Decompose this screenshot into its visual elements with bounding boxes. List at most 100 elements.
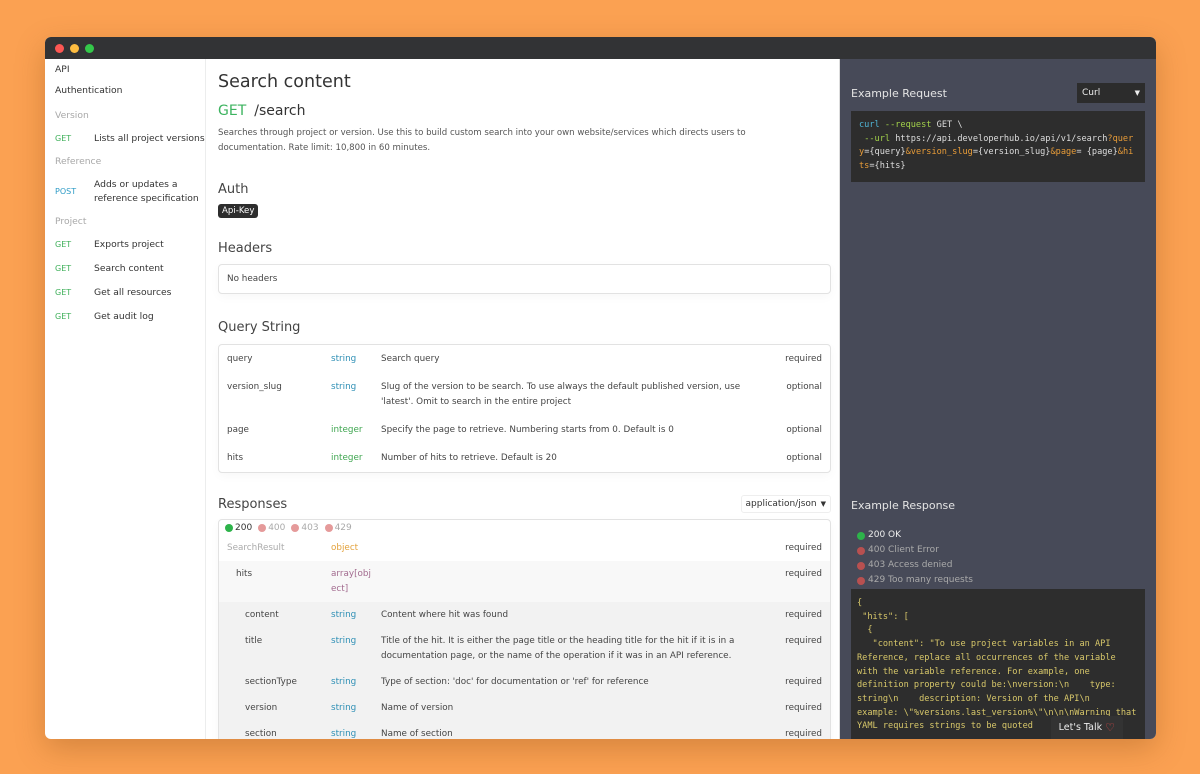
- field-type: object: [331, 543, 359, 553]
- content-type-select[interactable]: application/json ▼: [740, 495, 831, 513]
- sidebar-link-api[interactable]: API: [55, 64, 205, 75]
- example-request-code[interactable]: curl --request GET \ --url https://api.d…: [851, 111, 1145, 182]
- window-titlebar: [45, 37, 1156, 59]
- field-requirement: required: [785, 729, 822, 739]
- table-row: version_slug string Slug of the version …: [219, 373, 830, 416]
- code-token: &page: [1050, 147, 1077, 158]
- endpoint-description: Searches through project or version. Use…: [218, 128, 746, 153]
- param-name: version_slug: [227, 382, 282, 392]
- param-name: query: [227, 354, 253, 364]
- table-row: title string Title of the hit. It is eit…: [219, 628, 830, 669]
- auth-badge: Api-Key: [218, 204, 259, 218]
- table-row: content string Content where hit was fou…: [219, 602, 830, 628]
- examples-panel: Example Request Curl ▼ curl --request GE…: [839, 59, 1156, 739]
- http-method: GET: [218, 103, 247, 119]
- lets-talk-button[interactable]: Let's Talk ♡: [1050, 716, 1123, 739]
- param-type: integer: [331, 453, 363, 463]
- status-dot-icon: [225, 524, 233, 532]
- example-response-title: Example Response: [851, 499, 956, 512]
- content-type-value: application/json: [745, 499, 817, 509]
- table-row: hits integer Number of hits to retrieve.…: [219, 444, 830, 472]
- status-tab-400[interactable]: 400: [258, 523, 285, 533]
- param-name: page: [227, 425, 249, 435]
- param-name: hits: [227, 453, 244, 463]
- field-requirement: required: [785, 569, 822, 579]
- param-description: Number of hits to retrieve. Default is 2…: [381, 453, 557, 463]
- lets-talk-label: Let's Talk: [1058, 722, 1103, 733]
- status-429[interactable]: 429 Too many requests: [857, 573, 973, 588]
- language-select[interactable]: Curl ▼: [1077, 83, 1145, 103]
- field-type: string: [331, 610, 357, 620]
- status-tab-429[interactable]: 429: [324, 523, 352, 533]
- param-requirement: required: [785, 354, 822, 364]
- status-dot-icon: [291, 524, 300, 532]
- close-window-button[interactable]: [55, 43, 64, 53]
- method-label: GET: [55, 134, 72, 143]
- sidebar-section-project: Project: [55, 216, 87, 227]
- status-dot-icon: [857, 546, 865, 555]
- sidebar-item-lists-project-versions[interactable]: GET Lists all project versions: [55, 132, 205, 146]
- code-token: {page}: [1086, 147, 1118, 158]
- status-tab-200[interactable]: 200: [225, 523, 252, 533]
- status-code: 200: [235, 523, 253, 533]
- query-string-heading: Query String: [218, 320, 301, 335]
- field-type: string: [331, 729, 357, 739]
- status-label: 400 Client Error: [868, 545, 939, 555]
- sidebar-item-label: Adds or updates a reference specificatio…: [94, 179, 199, 204]
- status-label: 403 Access denied: [868, 560, 953, 570]
- status-200[interactable]: 200 OK: [857, 528, 973, 543]
- minimize-window-button[interactable]: [70, 43, 79, 53]
- field-requirement: required: [785, 543, 822, 553]
- code-token: --url: [864, 133, 891, 144]
- status-dot-icon: [857, 576, 865, 585]
- table-row[interactable]: hits array[object] required: [219, 561, 830, 602]
- endpoint: GET /search: [218, 103, 831, 119]
- sidebar-link-authentication[interactable]: Authentication: [55, 85, 205, 96]
- sidebar-item-label: Lists all project versions: [94, 133, 205, 144]
- field-type: string: [331, 677, 357, 687]
- param-type: integer: [331, 425, 363, 435]
- responses-table: 200 400 403 429 SearchResult object requ…: [218, 519, 831, 739]
- code-token: &version_slug: [905, 147, 973, 158]
- method-label: GET: [55, 264, 72, 273]
- status-400[interactable]: 400 Client Error: [857, 543, 973, 558]
- code-token: ={version_slug}: [972, 147, 1051, 158]
- sidebar-item-label: Get audit log: [94, 311, 154, 322]
- endpoint-path: /search: [254, 103, 306, 119]
- field-requirement: required: [785, 636, 822, 646]
- param-requirement: optional: [786, 425, 822, 435]
- sidebar-item-get-audit-log[interactable]: GET Get audit log: [55, 310, 205, 324]
- param-requirement: optional: [786, 453, 822, 463]
- status-dot-icon: [857, 531, 865, 540]
- field-name: hits: [236, 569, 253, 579]
- table-row: query string Search query required: [219, 345, 830, 373]
- status-dot-icon: [857, 561, 865, 570]
- status-code: 400: [268, 523, 286, 533]
- field-description: Name of version: [381, 703, 454, 713]
- sidebar-item-search-content[interactable]: GET Search content: [55, 262, 205, 276]
- sidebar-item-exports-project[interactable]: GET Exports project: [55, 238, 205, 252]
- heart-icon: ♡: [1105, 721, 1115, 734]
- maximize-window-button[interactable]: [85, 43, 94, 53]
- status-403[interactable]: 403 Access denied: [857, 558, 973, 573]
- status-label: 429 Too many requests: [868, 575, 973, 585]
- table-row: page integer Specify the page to retriev…: [219, 416, 830, 444]
- example-request-title: Example Request: [851, 86, 947, 100]
- field-name: version: [245, 703, 278, 713]
- code-token: curl: [859, 120, 880, 130]
- field-name: SearchResult: [227, 543, 285, 553]
- status-tabs: 200 400 403 429: [219, 520, 830, 535]
- language-value: Curl: [1082, 88, 1101, 98]
- code-token: ={query}: [864, 147, 906, 158]
- param-description: Search query: [381, 354, 440, 364]
- param-type: string: [331, 382, 357, 392]
- table-row: version string Name of version required: [219, 695, 830, 721]
- sidebar-item-get-all-resources[interactable]: GET Get all resources: [55, 286, 205, 300]
- field-description: Content where hit was found: [381, 610, 509, 620]
- status-tab-403[interactable]: 403: [291, 523, 319, 533]
- field-type: string: [331, 636, 357, 646]
- sidebar-item-label: Search content: [94, 263, 164, 274]
- sidebar-item-add-reference[interactable]: POST Adds or updates a reference specifi…: [55, 178, 205, 206]
- field-description: [381, 541, 776, 556]
- field-requirement: required: [785, 610, 822, 620]
